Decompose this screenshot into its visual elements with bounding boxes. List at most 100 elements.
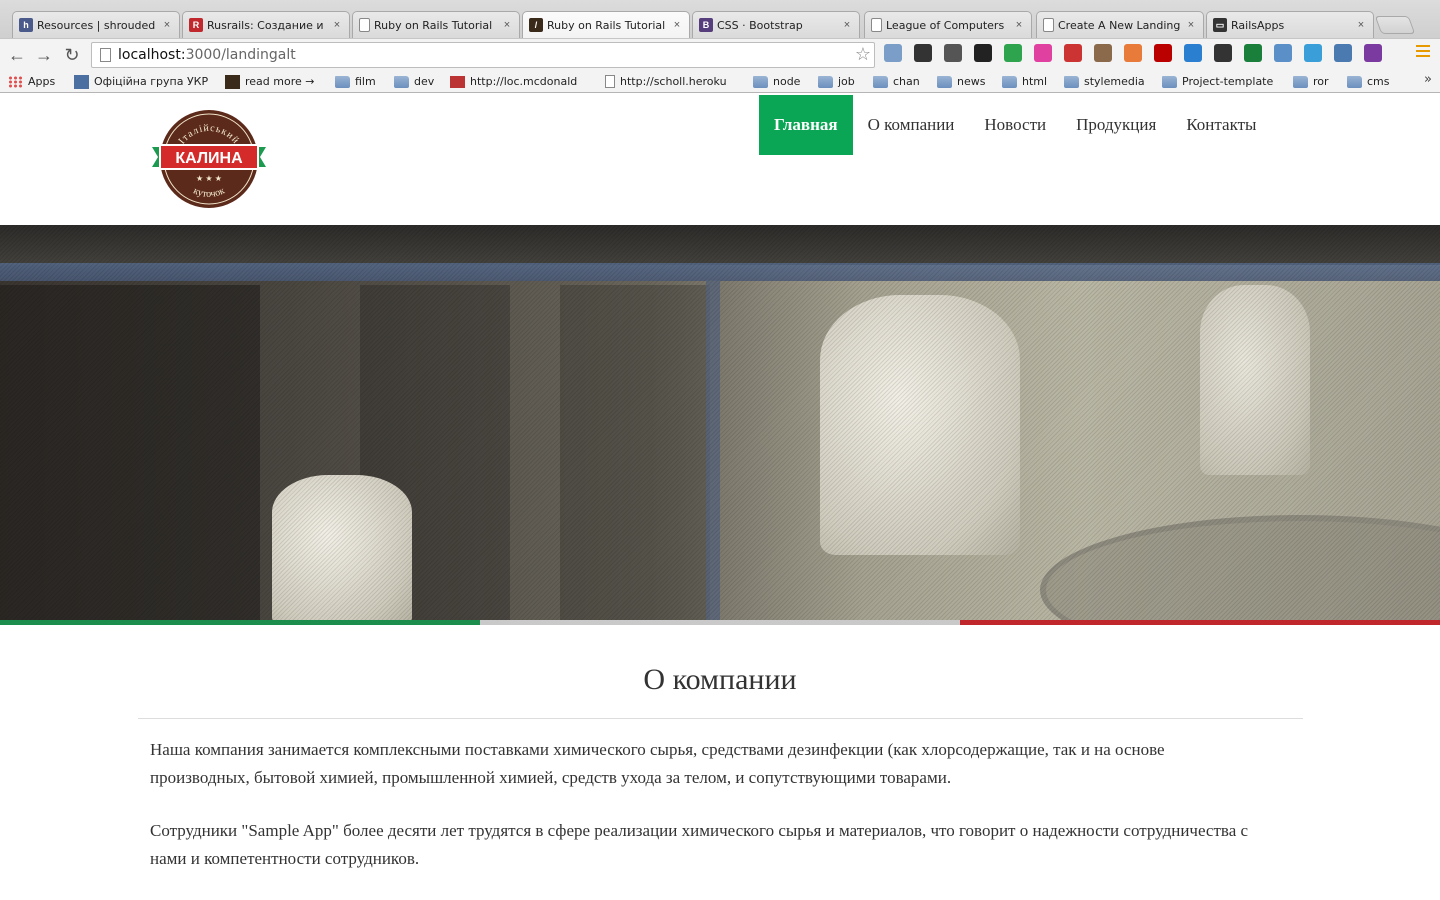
about-paragraph-2: Сотрудники "Sample App" более десяти лет… <box>150 821 1249 868</box>
forward-arrow-icon[interactable]: → <box>32 43 56 67</box>
chrome-menu-icon[interactable] <box>1416 45 1430 59</box>
bookmark-folder[interactable]: film <box>335 73 376 90</box>
nav-link[interactable]: О компании <box>853 95 970 155</box>
bookmark-label: read more → <box>245 75 315 88</box>
section-divider <box>138 718 1303 719</box>
folder-icon <box>394 75 409 88</box>
close-tab-icon[interactable]: × <box>331 19 343 31</box>
more-bookmarks-chevron[interactable]: » <box>1424 72 1432 87</box>
bookmark-label: chan <box>893 75 920 88</box>
browser-tab[interactable]: B CSS · Bootstrap × <box>692 11 860 38</box>
browser-tab[interactable]: ▭ RailsApps × <box>1206 11 1374 38</box>
nav-link[interactable]: Новости <box>969 95 1061 155</box>
tab-title: CSS · Bootstrap <box>717 18 803 32</box>
browser-tab[interactable]: Ruby on Rails Tutorial × <box>352 11 520 38</box>
nav-link[interactable]: Контакты <box>1171 95 1271 155</box>
page-icon <box>871 18 882 32</box>
back-arrow-icon[interactable]: ← <box>5 43 29 67</box>
extension-icon[interactable] <box>1274 44 1292 62</box>
about-paragraph-1: Наша компания занимается комплексными по… <box>150 740 1165 787</box>
close-tab-icon[interactable]: × <box>1355 19 1367 31</box>
bootstrap-icon: B <box>699 18 713 32</box>
site-icon <box>450 75 465 88</box>
bookmark-link[interactable]: read more → <box>225 73 314 90</box>
hero-image <box>0 225 1440 620</box>
bookmark-link[interactable]: http://loc.mcdonald <box>450 73 577 90</box>
extension-icon[interactable] <box>1304 44 1322 62</box>
close-tab-icon[interactable]: × <box>841 19 853 31</box>
tab-title: Ruby on Rails Tutorial <box>374 18 493 32</box>
bookmark-label: job <box>838 75 855 88</box>
folder-icon <box>753 75 768 88</box>
bookmark-folder[interactable]: job <box>818 73 855 90</box>
bookmark-folder[interactable]: chan <box>873 73 920 90</box>
extension-icon[interactable] <box>1244 44 1262 62</box>
folder-icon <box>1162 75 1177 88</box>
tab-title: Resources | shrouded <box>37 18 156 32</box>
extension-icon[interactable] <box>1064 44 1082 62</box>
nav-link[interactable]: Главная <box>759 95 853 155</box>
extension-icon[interactable] <box>974 44 992 62</box>
reload-icon[interactable]: ↻ <box>60 43 84 67</box>
new-tab-button[interactable] <box>1374 16 1416 34</box>
bookmark-folder[interactable]: ror <box>1293 73 1329 90</box>
bookmark-folder[interactable]: cms <box>1347 73 1390 90</box>
bookmark-star-icon[interactable]: ☆ <box>855 44 871 65</box>
railsapps-icon: ▭ <box>1213 18 1227 32</box>
bookmark-label: Офіційна група УКР <box>94 75 209 88</box>
tab-title: RailsApps <box>1231 18 1285 32</box>
bookmark-folder[interactable]: dev <box>394 73 434 90</box>
bookmark-label: film <box>355 75 376 88</box>
bookmark-folder[interactable]: html <box>1002 73 1047 90</box>
browser-tab[interactable]: R Rusrails: Создание и × <box>182 11 350 38</box>
extension-icon[interactable] <box>944 44 962 62</box>
bookmark-label: cms <box>1367 75 1390 88</box>
extension-icon[interactable] <box>1094 44 1112 62</box>
bookmark-folder[interactable]: stylemedia <box>1064 73 1145 90</box>
extension-icon[interactable] <box>1214 44 1232 62</box>
close-tab-icon[interactable]: × <box>1013 19 1025 31</box>
extension-icon[interactable] <box>1004 44 1022 62</box>
bookmark-folder[interactable]: news <box>937 73 985 90</box>
bookmarks-bar: » Apps Офіційна група УКР read more → film d… <box>0 70 1440 93</box>
extension-icon[interactable] <box>884 44 902 62</box>
page-icon <box>605 75 615 88</box>
extension-icon[interactable] <box>1334 44 1352 62</box>
kalina-logo[interactable]: Італійський КАЛИНА ★ ★ ★ куточок <box>150 109 268 209</box>
extension-icon[interactable] <box>1364 44 1382 62</box>
nav-link[interactable]: Продукция <box>1061 95 1171 155</box>
close-tab-icon[interactable]: × <box>671 19 683 31</box>
bookmark-link[interactable]: Офіційна група УКР <box>74 73 208 90</box>
tab-title: Rusrails: Создание и <box>207 18 324 32</box>
close-tab-icon[interactable]: × <box>1185 19 1197 31</box>
bookmark-link[interactable]: Apps <box>8 73 55 90</box>
close-tab-icon[interactable]: × <box>161 19 173 31</box>
italian-flag-bar <box>0 620 1440 625</box>
bookmark-folder[interactable]: node <box>753 73 800 90</box>
extension-icon[interactable] <box>1124 44 1142 62</box>
bookmark-label: Apps <box>28 75 56 88</box>
extension-icon[interactable] <box>1034 44 1052 62</box>
folder-icon <box>937 75 952 88</box>
browser-tab[interactable]: Create A New Landing × <box>1036 11 1204 38</box>
browser-tab[interactable]: / Ruby on Rails Tutorial × <box>522 11 690 38</box>
folder-icon <box>1064 75 1079 88</box>
site-header: Італійський КАЛИНА ★ ★ ★ куточок Главная… <box>0 95 1440 225</box>
close-tab-icon[interactable]: × <box>501 19 513 31</box>
main-navigation: Главная О компании Новости Продукция Контакт… <box>759 95 1271 155</box>
folder-icon <box>873 75 888 88</box>
browser-tab[interactable]: League of Computers × <box>864 11 1032 38</box>
extension-icon[interactable] <box>914 44 932 62</box>
bookmark-label: Project-template <box>1182 75 1274 88</box>
browser-tab[interactable]: h Resources | shrouded × <box>12 11 180 38</box>
page-icon <box>1043 18 1054 32</box>
bookmark-link[interactable]: http://scholl.heroku <box>605 73 727 90</box>
page-icon <box>359 18 370 32</box>
url-host: localhost: <box>118 47 186 63</box>
apps-icon <box>8 75 23 88</box>
extension-icon[interactable] <box>1184 44 1202 62</box>
bookmark-folder[interactable]: Project-template <box>1162 73 1273 90</box>
extension-icon[interactable] <box>1154 44 1172 62</box>
bookmark-label: http://scholl.heroku <box>620 75 727 88</box>
address-bar[interactable]: localhost: 3000/landingalt ☆ <box>91 42 875 68</box>
